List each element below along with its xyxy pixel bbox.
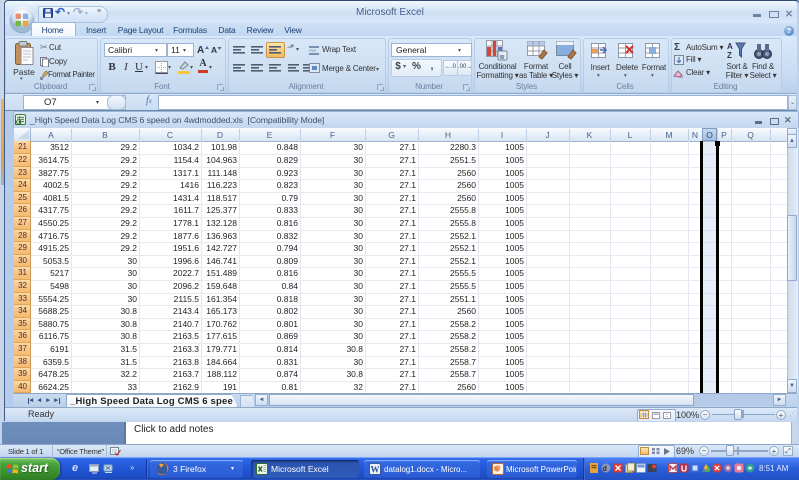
svg-text:d: d [603,466,607,473]
svg-text:A: A [727,42,733,51]
svg-text:A: A [211,45,217,55]
svg-text:C: C [658,464,665,473]
svg-text:W: W [371,464,380,474]
svg-text:≣: ≣ [499,52,505,61]
svg-text:A: A [197,45,204,56]
svg-text:X: X [16,120,20,125]
svg-text:Z: Z [727,51,732,60]
